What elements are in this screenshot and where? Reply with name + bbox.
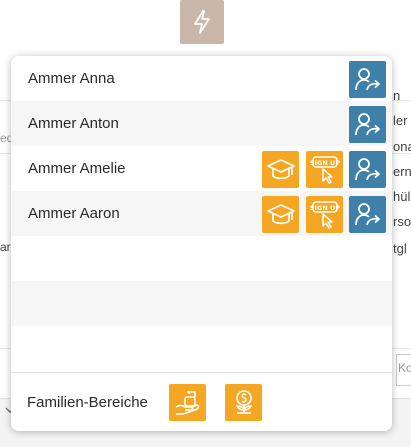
bg-text: hül: [393, 189, 411, 204]
lightning-icon: [191, 9, 213, 35]
switch-user-button[interactable]: [349, 151, 386, 188]
bg-text: ern: [393, 164, 411, 179]
signup-badge-text: SIGN UP: [309, 159, 339, 167]
member-name: Ammer Amelie: [28, 160, 126, 177]
bg-text: rso: [393, 214, 411, 229]
bg-text: ar: [0, 240, 11, 254]
family-care-button[interactable]: [169, 384, 206, 421]
signup-cursor-icon: SIGN UP: [309, 200, 341, 230]
user-switch-icon: [353, 110, 383, 140]
finance-button[interactable]: [225, 384, 262, 421]
list-item: Ammer Aaron SIGN UP: [11, 191, 392, 236]
bg-text: tgl: [393, 241, 407, 256]
signup-cursor-icon: SIGN UP: [309, 155, 341, 185]
family-areas-label: Familien-Bereiche: [27, 394, 148, 411]
list-item: Ammer Anton: [11, 101, 392, 146]
empty-row: [11, 326, 392, 371]
signup-badge-text: SIGN UP: [309, 204, 339, 212]
graduation-cap-icon: [266, 200, 296, 230]
user-switch-icon: [353, 155, 383, 185]
empty-row: [11, 281, 392, 326]
family-members-popover: Ammer Anna Ammer Anton Ammer Amelie SIGN…: [11, 56, 392, 431]
bg-text: Ko: [398, 361, 411, 375]
member-name: Ammer Anton: [28, 115, 119, 132]
member-name: Ammer Anna: [28, 70, 115, 87]
list-item: Ammer Anna: [11, 56, 392, 101]
switch-user-button[interactable]: [349, 106, 386, 143]
signup-button[interactable]: SIGN UP: [306, 196, 343, 233]
family-menu-trigger[interactable]: [180, 0, 224, 44]
bg-text: ona: [393, 139, 411, 154]
member-name: Ammer Aaron: [28, 205, 120, 222]
popover-footer: Familien-Bereiche: [11, 372, 392, 431]
signup-button[interactable]: SIGN UP: [306, 151, 343, 188]
hand-heart-icon: [173, 388, 203, 418]
app-stage: n ler ona ern hül rso tgl ed ar Ko Ammer…: [0, 0, 411, 447]
education-button[interactable]: [262, 196, 299, 233]
user-switch-icon: [353, 200, 383, 230]
switch-user-button[interactable]: [349, 196, 386, 233]
coin-plant-icon: [229, 388, 259, 418]
empty-row: [11, 236, 392, 281]
switch-user-button[interactable]: [349, 61, 386, 98]
bg-text: ler: [393, 113, 408, 128]
list-item: Ammer Amelie SIGN UP: [11, 146, 392, 191]
education-button[interactable]: [262, 151, 299, 188]
bg-text: n: [393, 88, 401, 103]
graduation-cap-icon: [266, 155, 296, 185]
user-switch-icon: [353, 65, 383, 95]
